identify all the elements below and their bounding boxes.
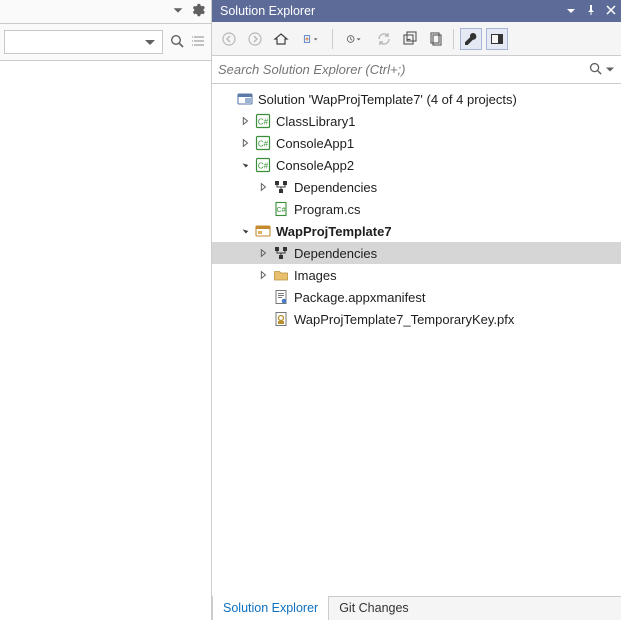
expander-icon[interactable] <box>256 180 270 194</box>
expander-icon[interactable] <box>256 268 270 282</box>
wap-icon <box>255 223 271 239</box>
collapse-all-button[interactable] <box>399 28 421 50</box>
bottom-tabs: Solution Explorer Git Changes <box>212 596 621 620</box>
tree-item-label: ClassLibrary1 <box>276 114 355 129</box>
project-classlibrary1[interactable]: C# ClassLibrary1 <box>212 110 621 132</box>
solution-icon <box>237 91 253 107</box>
tree-item-label: Solution 'WapProjTemplate7' (4 of 4 proj… <box>258 92 517 107</box>
svg-text:C#: C# <box>258 118 269 127</box>
list-icon[interactable] <box>191 33 207 52</box>
svg-text:C#: C# <box>258 162 269 171</box>
dropdown-icon[interactable] <box>171 3 185 20</box>
deps-icon <box>273 179 289 195</box>
tab-solution-explorer[interactable]: Solution Explorer <box>212 596 329 620</box>
project-consoleapp2[interactable]: C# ConsoleApp2 <box>212 154 621 176</box>
tab-git-changes[interactable]: Git Changes <box>329 597 418 620</box>
folder-icon <box>273 267 289 283</box>
solution-explorer-pane: Solution Explorer Solution 'WapProjTempl… <box>212 0 621 620</box>
svg-text:C#: C# <box>258 140 269 149</box>
expander-icon <box>256 202 270 216</box>
tree-item-label: Package.appxmanifest <box>294 290 426 305</box>
solution-search-input[interactable] <box>218 62 588 77</box>
left-tool-pane <box>0 0 212 620</box>
csfile-icon: C# <box>273 201 289 217</box>
tree-item-label: ConsoleApp2 <box>276 158 354 173</box>
show-all-files-button[interactable] <box>425 28 447 50</box>
close-icon[interactable] <box>605 4 617 19</box>
gear-icon[interactable] <box>191 3 205 20</box>
search-icon[interactable] <box>588 61 603 79</box>
tree-item-label: WapProjTemplate7 <box>276 224 392 239</box>
left-pane-body <box>0 61 211 620</box>
preview-button[interactable] <box>486 28 508 50</box>
file-appxmanifest[interactable]: Package.appxmanifest <box>212 286 621 308</box>
tree-item-label: Images <box>294 268 337 283</box>
tree-item-label: Dependencies <box>294 246 377 261</box>
tree-item-label: Dependencies <box>294 180 377 195</box>
expander-icon <box>256 312 270 326</box>
expander-icon[interactable] <box>238 224 252 238</box>
folder-images[interactable]: Images <box>212 264 621 286</box>
expander-icon[interactable] <box>238 158 252 172</box>
tree-item-label: WapProjTemplate7_TemporaryKey.pfx <box>294 312 514 327</box>
solution-node[interactable]: Solution 'WapProjTemplate7' (4 of 4 proj… <box>212 88 621 110</box>
manifest-icon <box>273 289 289 305</box>
home-button[interactable] <box>270 28 292 50</box>
expander-icon[interactable] <box>238 114 252 128</box>
properties-button[interactable] <box>460 28 482 50</box>
pin-icon[interactable] <box>585 4 597 19</box>
csproj-icon: C# <box>255 157 271 173</box>
left-search-row <box>0 24 211 61</box>
back-button[interactable] <box>218 28 240 50</box>
pfx-icon <box>273 311 289 327</box>
pending-changes-filter-button[interactable] <box>339 28 369 50</box>
solution-tree[interactable]: Solution 'WapProjTemplate7' (4 of 4 proj… <box>212 84 621 596</box>
left-pane-header <box>0 0 211 24</box>
project-wapprojtemplate7[interactable]: WapProjTemplate7 <box>212 220 621 242</box>
expander-icon <box>220 92 234 106</box>
expander-icon <box>256 290 270 304</box>
deps-icon <box>273 245 289 261</box>
expander-icon[interactable] <box>256 246 270 260</box>
window-menu-icon[interactable] <box>565 4 577 19</box>
search-icon[interactable] <box>169 33 185 52</box>
panel-titlebar: Solution Explorer <box>212 0 621 22</box>
svg-text:C#: C# <box>277 207 286 214</box>
search-dropdown-icon[interactable] <box>605 62 615 77</box>
tree-item-label: ConsoleApp1 <box>276 136 354 151</box>
file-program-cs[interactable]: C# Program.cs <box>212 198 621 220</box>
sync-button[interactable] <box>373 28 395 50</box>
file-pfx[interactable]: WapProjTemplate7_TemporaryKey.pfx <box>212 308 621 330</box>
solution-search-bar <box>212 56 621 84</box>
switch-views-button[interactable] <box>296 28 326 50</box>
csproj-icon: C# <box>255 113 271 129</box>
expander-icon[interactable] <box>238 136 252 150</box>
wap-dependencies[interactable]: Dependencies <box>212 242 621 264</box>
forward-button[interactable] <box>244 28 266 50</box>
project-consoleapp1[interactable]: C# ConsoleApp1 <box>212 132 621 154</box>
panel-title: Solution Explorer <box>220 4 315 18</box>
tree-item-label: Program.cs <box>294 202 360 217</box>
consoleapp2-dependencies[interactable]: Dependencies <box>212 176 621 198</box>
solution-explorer-toolbar <box>212 22 621 56</box>
csproj-icon: C# <box>255 135 271 151</box>
left-combo[interactable] <box>4 30 163 54</box>
